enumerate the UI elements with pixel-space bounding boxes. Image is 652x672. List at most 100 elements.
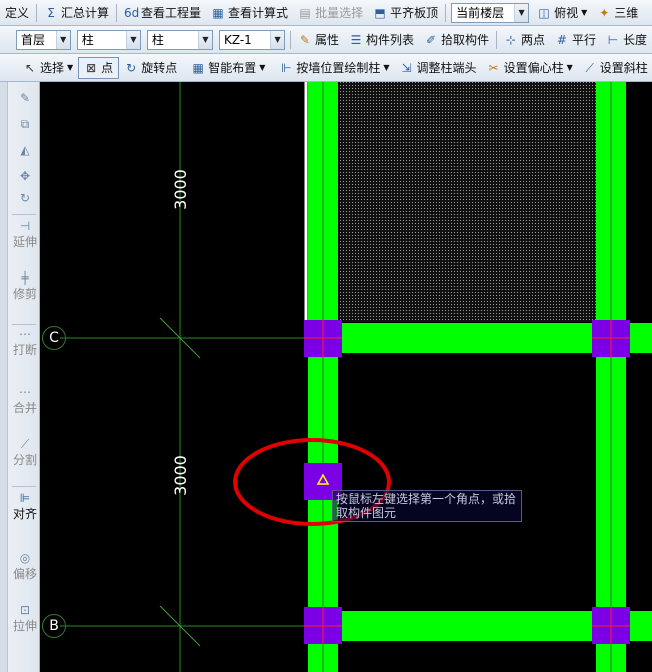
view-formula-label: 查看计算式	[228, 6, 289, 20]
batch-select-label: 批量选择	[315, 6, 364, 20]
component-type-dropdown[interactable]: 柱 ▼	[76, 29, 141, 50]
sidebar-item-align[interactable]: ⊫ 对齐	[12, 492, 38, 521]
pick-component-button[interactable]: ✐ 拾取构件	[419, 29, 494, 51]
split-icon: ⟋	[20, 437, 30, 451]
properties-label: 属性	[314, 33, 339, 47]
sidebar-item-label: 分割	[12, 453, 37, 467]
slant-icon: ⟋	[585, 60, 594, 75]
stretch-icon: ⊡	[19, 603, 31, 617]
properties-icon: ✎	[299, 32, 310, 47]
length-icon: ⊢	[607, 32, 619, 47]
sidebar-item-break[interactable]: ⋯ 打断	[12, 328, 38, 357]
separator	[445, 3, 447, 22]
define-button[interactable]: 定义	[0, 2, 34, 24]
parallel-icon: #	[556, 32, 567, 47]
extend-icon: ⊣	[19, 219, 31, 233]
sidebar-item-label: 拉伸	[12, 619, 37, 633]
sidebar-item-label: 对齐	[12, 507, 37, 521]
set-slant-label: 设置斜柱	[599, 61, 648, 75]
sidebar-item-label: 偏移	[12, 567, 37, 581]
3d-icon: ✦	[599, 5, 610, 20]
current-floor-dropdown[interactable]: 当前楼层 ▼	[451, 2, 530, 23]
grid-icon: ▦	[192, 60, 204, 75]
chevron-down-icon: ▼	[259, 63, 266, 72]
align-icon: ⊫	[19, 491, 31, 505]
drawing-canvas[interactable]: 3000 3000 C B 按鼠标左键选择第一个角点，或拾取构件图元	[40, 82, 652, 672]
component-list-label: 构件列表	[365, 33, 414, 47]
sidebar-item-label: 打断	[12, 343, 37, 357]
sidebar-item-split[interactable]: ⟋ 分割	[12, 438, 38, 467]
point-icon: ⊠	[86, 60, 97, 75]
adjust-column-end-button[interactable]: ⇲ 调整柱端头	[395, 57, 482, 79]
sum-calc-button[interactable]: Σ 汇总计算	[39, 2, 114, 24]
chevron-down-icon: ▼	[514, 3, 529, 22]
sidebar-item-extend[interactable]: ⊣ 延伸	[12, 220, 38, 249]
point-button[interactable]: ⊠ 点	[78, 56, 120, 79]
align-slab-top-label: 平齐板顶	[390, 6, 439, 20]
top-view-button[interactable]: ◫ 俯视 ▼	[532, 2, 592, 24]
drawing-svg	[60, 82, 652, 672]
chevron-down-icon: ▼	[197, 30, 212, 49]
chevron-down-icon: ▼	[383, 63, 390, 72]
chevron-down-icon: ▼	[581, 8, 588, 17]
slab-region[interactable]	[340, 82, 596, 322]
draw-by-wall-label: 按墙位置绘制柱	[296, 61, 381, 75]
copy-tool[interactable]: ⧉	[12, 118, 38, 134]
mirror-tool[interactable]: ◭	[12, 144, 38, 160]
sidebar-edge	[0, 82, 8, 672]
component-name-value: KZ-1	[223, 32, 252, 47]
sum-calc-label: 汇总计算	[61, 6, 110, 20]
component-type-value: 柱	[81, 33, 94, 47]
batch-select-button[interactable]: ▤ 批量选择	[293, 2, 368, 24]
draw-by-wall-button[interactable]: ⊩ 按墙位置绘制柱 ▼	[274, 57, 394, 79]
component-subtype-dropdown[interactable]: 柱 ▼	[146, 29, 213, 50]
rotate-point-button[interactable]: ↻ 旋转点	[119, 57, 182, 79]
parallel-button[interactable]: # 平行	[550, 29, 601, 51]
eccentric-icon: ✂	[488, 60, 499, 75]
offset-icon: ◎	[19, 551, 31, 565]
rotate-icon: ↻	[19, 191, 31, 205]
floor-dropdown[interactable]: 首层 ▼	[16, 29, 71, 50]
parallel-label: 平行	[571, 33, 596, 47]
separator	[496, 30, 497, 49]
sidebar-item-stretch[interactable]: ⊡ 拉伸	[12, 604, 38, 633]
view-quantity-label: 查看工程量	[141, 6, 202, 20]
wall-column-icon: ⊩	[281, 60, 292, 75]
3d-view-button[interactable]: ✦ 三维	[592, 2, 643, 24]
two-points-button[interactable]: ⊹ 两点	[499, 29, 550, 51]
align-slab-top-button[interactable]: ⬒ 平齐板顶	[368, 2, 443, 24]
rotate-tool[interactable]: ↻	[12, 192, 38, 208]
adjust-end-icon: ⇲	[401, 60, 412, 75]
copy-icon: ⧉	[20, 117, 30, 131]
trim-icon: ╪	[21, 271, 29, 285]
select-button[interactable]: ↖ 选择 ▼	[18, 57, 78, 79]
move-tool[interactable]: ✥	[12, 170, 38, 186]
component-list-button[interactable]: ☰ 构件列表	[344, 29, 419, 51]
two-points-label: 两点	[520, 33, 545, 47]
point-label: 点	[101, 61, 114, 75]
sidebar-item-offset[interactable]: ◎ 偏移	[12, 552, 38, 581]
list-icon: ☰	[350, 32, 362, 47]
break-icon: ⋯	[19, 327, 31, 341]
smart-layout-label: 智能布置	[208, 61, 257, 75]
cube-icon: ◫	[538, 5, 550, 20]
rotate-point-label: 旋转点	[141, 61, 178, 75]
view-quantity-button[interactable]: 6d 查看工程量	[119, 2, 206, 24]
component-name-dropdown[interactable]: KZ-1 ▼	[218, 29, 286, 50]
axis-label-b: B	[42, 614, 66, 638]
properties-button[interactable]: ✎ 属性	[293, 29, 344, 51]
set-eccentric-button[interactable]: ✂ 设置偏心柱 ▼	[482, 57, 578, 79]
smart-layout-button[interactable]: ▦ 智能布置 ▼	[186, 57, 270, 79]
axis-label-c: C	[42, 326, 66, 350]
length-button[interactable]: ⊢ 长度	[601, 29, 652, 51]
sidebar-item-merge[interactable]: ⋯ 合并	[12, 386, 38, 415]
set-slant-button[interactable]: ⟋ 设置斜柱	[578, 57, 652, 79]
pen-tool[interactable]: ✎	[12, 92, 38, 108]
chevron-down-icon: ▼	[566, 63, 573, 72]
batch-select-icon: ▤	[299, 5, 311, 20]
dimension-middle: 3000	[170, 455, 190, 496]
sidebar-item-trim[interactable]: ╪ 修剪	[12, 272, 38, 301]
view-formula-button[interactable]: ▦ 查看计算式	[206, 2, 293, 24]
adjust-column-end-label: 调整柱端头	[416, 61, 477, 75]
length-label: 长度	[622, 33, 647, 47]
